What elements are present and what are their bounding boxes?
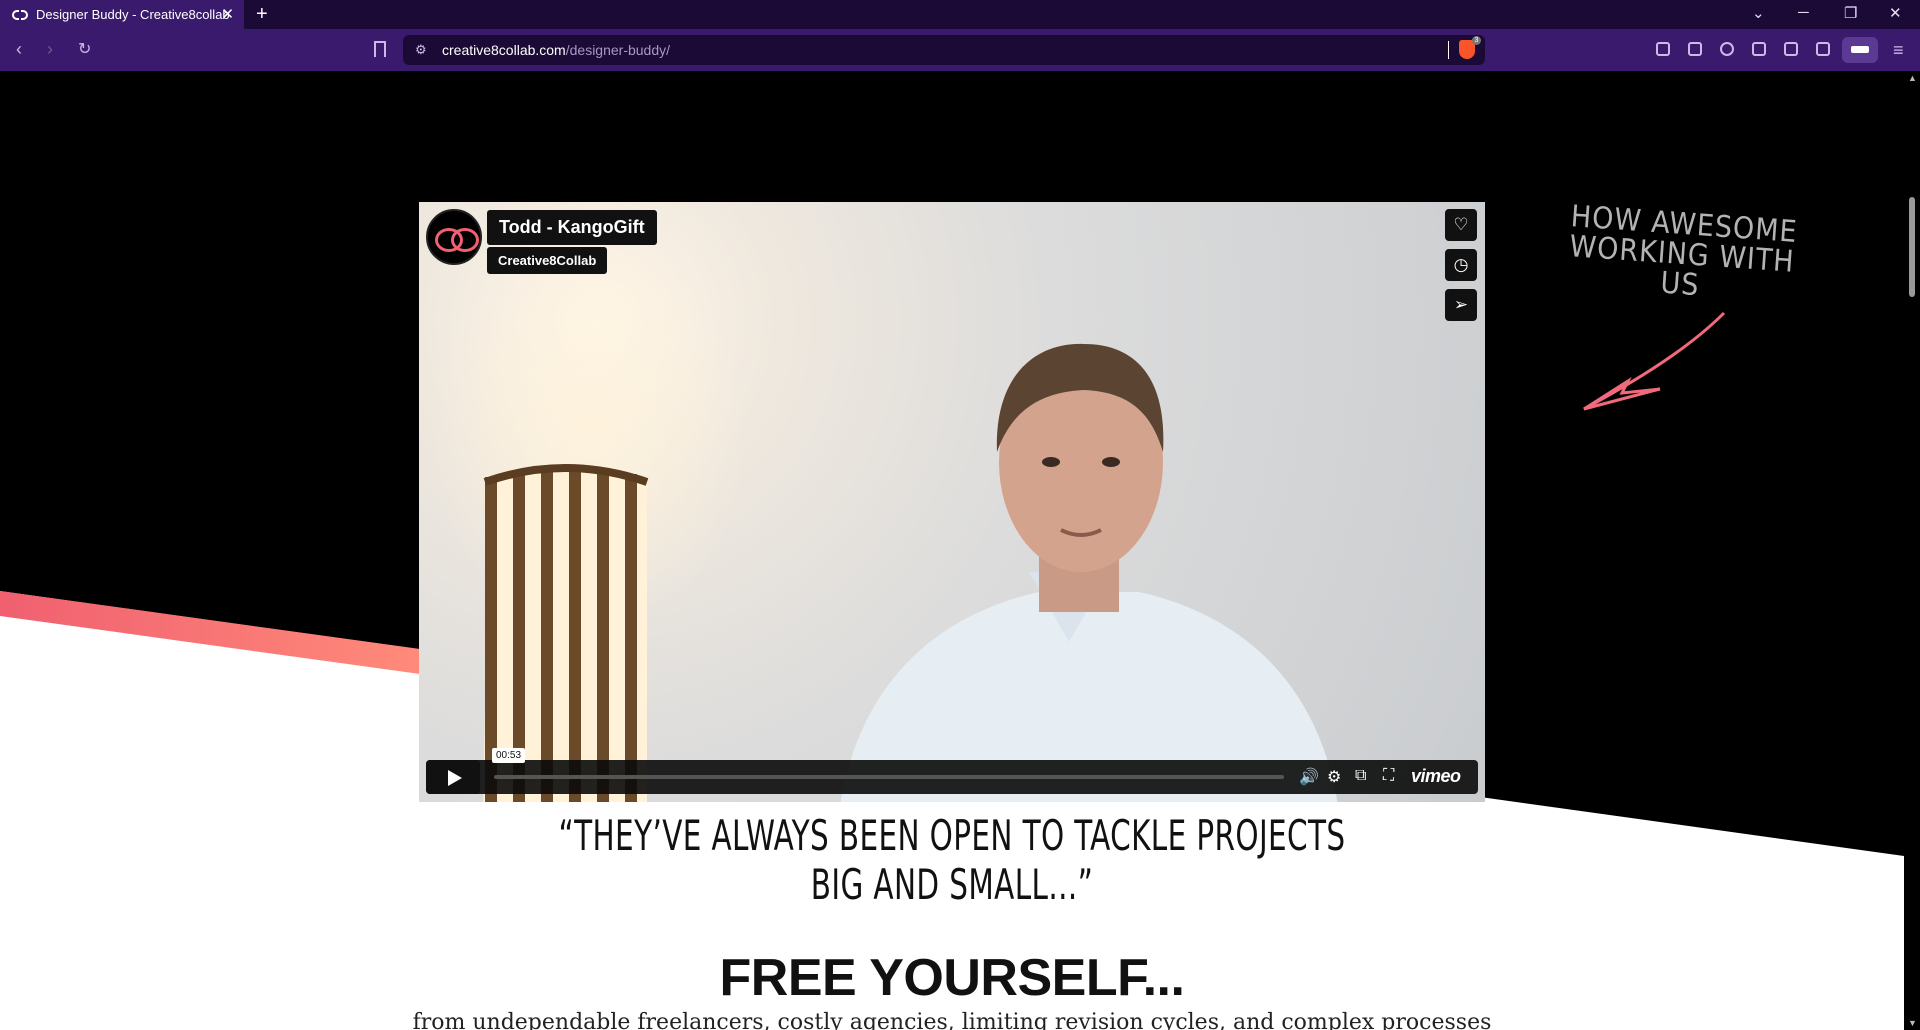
progress-bar[interactable] xyxy=(494,775,1284,779)
extension-icon[interactable] xyxy=(1688,42,1702,56)
new-tab-button[interactable]: + xyxy=(256,3,268,26)
forward-icon[interactable]: › xyxy=(47,39,53,60)
url-divider xyxy=(1448,41,1449,59)
close-window-button[interactable]: ✕ xyxy=(1889,4,1902,22)
arrow-icon xyxy=(1583,311,1726,411)
menu-icon[interactable]: ≡ xyxy=(1893,40,1904,61)
url-domain: creative8collab.com xyxy=(442,42,566,58)
tab-title: Designer Buddy - Creative8collab xyxy=(36,7,230,22)
favicon-icon xyxy=(12,9,28,20)
video-author[interactable]: Creative8Collab xyxy=(487,247,608,274)
testimonial-quote: “They’ve always been open to tackle proj… xyxy=(558,811,1346,909)
channel-avatar[interactable] xyxy=(426,209,482,265)
pip-icon[interactable]: ⧉ xyxy=(1355,767,1366,785)
address-bar[interactable]: ⚙ creative8collab.com/designer-buddy/ 3 xyxy=(403,35,1485,65)
play-button[interactable] xyxy=(426,760,480,794)
watch-later-icon[interactable]: ◷ xyxy=(1445,249,1477,281)
section-heading: FREE YOURSELF... xyxy=(719,949,1185,1007)
video-player[interactable]: Todd - KangoGift Creative8Collab ♡ ◷ ➢ 0… xyxy=(419,202,1485,802)
reload-icon[interactable]: ↻ xyxy=(78,39,91,59)
wallet-icon[interactable] xyxy=(1842,37,1878,63)
settings-icon[interactable]: ⚙ xyxy=(1327,767,1341,787)
url-path: /designer-buddy/ xyxy=(565,42,671,58)
sidebar-icon[interactable] xyxy=(1816,42,1830,56)
tab-active[interactable]: Designer Buddy - Creative8collab ✕ xyxy=(0,0,244,29)
close-tab-icon[interactable]: ✕ xyxy=(221,5,234,23)
bookmark-icon[interactable] xyxy=(374,41,386,57)
back-icon[interactable]: ‹ xyxy=(16,39,22,60)
person-image xyxy=(840,343,1338,802)
scroll-thumb[interactable] xyxy=(1909,197,1915,297)
annotation-text: HOW AWESOME WORKING WITH US xyxy=(1568,199,1799,304)
volume-icon[interactable]: 🔊 xyxy=(1299,767,1319,787)
scroll-up-icon[interactable]: ▲ xyxy=(1908,73,1917,83)
shield-count-badge: 3 xyxy=(1472,36,1481,45)
navigation-bar: ‹ › ↻ ⚙ creative8collab.com/designer-bud… xyxy=(0,29,1920,71)
tab-strip: Designer Buddy - Creative8collab ✕ + ⌄ ─… xyxy=(0,0,1920,29)
puzzle-icon[interactable] xyxy=(1784,42,1798,56)
video-controls: 00:53 🔊 ⚙ ⧉ ⛶ vimeo xyxy=(426,748,1478,794)
minimize-button[interactable]: ─ xyxy=(1798,4,1809,21)
scroll-down-icon[interactable]: ▼ xyxy=(1908,1018,1917,1028)
share-icon[interactable]: ➢ xyxy=(1445,289,1477,321)
time-display: 00:53 xyxy=(492,748,526,763)
web-page: HOW AWESOME WORKING WITH US Todd - Kango… xyxy=(0,71,1904,1030)
restore-button[interactable]: ❐ xyxy=(1844,4,1857,22)
site-info-icon[interactable]: ⚙ xyxy=(415,42,427,58)
tab-search-icon[interactable]: ⌄ xyxy=(1752,4,1765,22)
like-icon[interactable]: ♡ xyxy=(1445,209,1477,241)
video-title[interactable]: Todd - KangoGift xyxy=(487,210,657,245)
url-text: creative8collab.com/designer-buddy/ xyxy=(442,42,670,58)
screenshot-icon[interactable] xyxy=(1656,42,1670,56)
fullscreen-icon[interactable]: ⛶ xyxy=(1383,767,1394,785)
reader-icon[interactable] xyxy=(1720,42,1734,56)
vimeo-logo[interactable]: vimeo xyxy=(1411,766,1461,787)
pen-icon[interactable] xyxy=(1752,42,1766,56)
page-scrollbar[interactable]: ▲ ▼ xyxy=(1904,71,1920,1030)
section-subheading: from undependable freelancers, costly ag… xyxy=(412,1010,1492,1030)
